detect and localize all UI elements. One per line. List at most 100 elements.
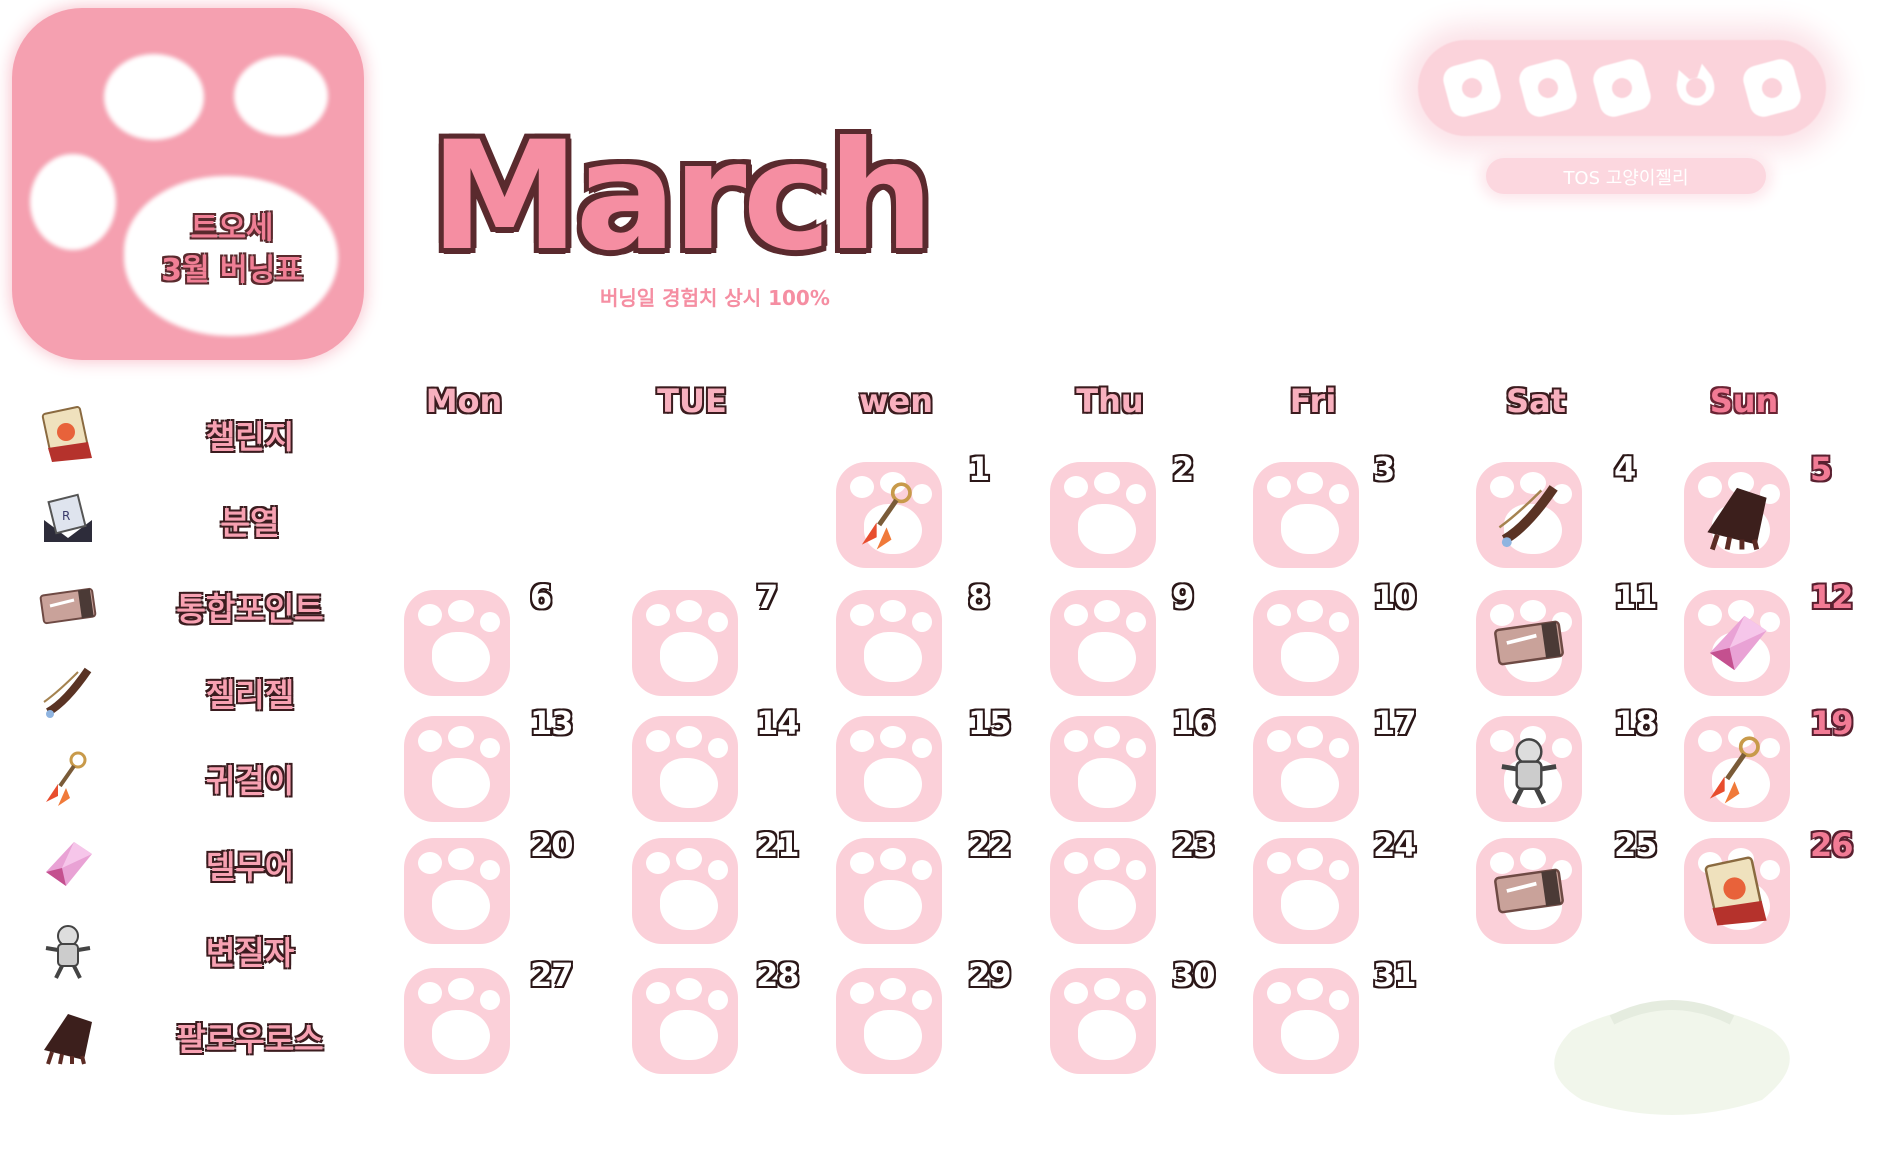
calendar-day-cell[interactable] xyxy=(632,968,738,1074)
tree-of-savior-logo xyxy=(1512,990,1832,1140)
calendar-day-cell[interactable] xyxy=(1476,462,1582,568)
paw-shape xyxy=(1126,484,1146,504)
voodoo-doll-icon xyxy=(38,920,98,980)
paw-shape xyxy=(1094,848,1120,870)
paw-shape xyxy=(708,990,728,1010)
paw-shape xyxy=(1267,476,1291,498)
calendar-day-cell[interactable] xyxy=(836,968,942,1074)
calendar-day-cell[interactable] xyxy=(1476,590,1582,696)
ticket-icon xyxy=(1492,854,1566,928)
paw-shape xyxy=(850,730,874,752)
calendar-day-cell[interactable] xyxy=(1050,590,1156,696)
jelly-bow-icon xyxy=(38,662,98,722)
paw-icon xyxy=(1440,56,1504,120)
calendar-day-cell[interactable] xyxy=(404,590,510,696)
paw-strip xyxy=(1418,40,1826,136)
day-number: 11 xyxy=(1614,578,1658,616)
paw-shape xyxy=(1064,476,1088,498)
calendar-day-cell[interactable] xyxy=(1684,590,1790,696)
calendar-day-cell[interactable] xyxy=(836,716,942,822)
corner-label: TOS 고양이젤리 xyxy=(1563,168,1689,189)
day-number: 26 xyxy=(1810,826,1854,864)
paw-icon xyxy=(1590,56,1654,120)
calendar-day-cell[interactable] xyxy=(404,716,510,822)
paw-shape xyxy=(448,726,474,748)
calendar-day-cell[interactable] xyxy=(404,838,510,944)
calendar-day-cell[interactable] xyxy=(1253,968,1359,1074)
ticket-icon xyxy=(1492,606,1566,680)
legend-label: 젤리젤 xyxy=(205,676,295,714)
day-number: 13 xyxy=(530,704,574,742)
corner-label-pill: TOS 고양이젤리 xyxy=(1486,158,1766,194)
paw-shape xyxy=(1078,758,1136,808)
calendar-day-cell[interactable] xyxy=(1476,838,1582,944)
paw-shape xyxy=(1064,604,1088,626)
paw-shape xyxy=(432,1010,490,1060)
day-number: 4 xyxy=(1614,450,1636,488)
paw-shape xyxy=(880,726,906,748)
paw-shape xyxy=(1281,504,1339,554)
paw-shape xyxy=(646,852,670,874)
calendar-day-cell[interactable] xyxy=(1050,968,1156,1074)
paw-shape xyxy=(1126,860,1146,880)
calendar-day-cell[interactable] xyxy=(404,968,510,1074)
day-number: 2 xyxy=(1172,450,1194,488)
weekday-fri: Fri xyxy=(1289,382,1337,420)
paw-toe-2 xyxy=(234,56,328,136)
paw-shape xyxy=(1064,982,1088,1004)
day-number: 19 xyxy=(1810,704,1854,742)
calendar-day-cell[interactable] xyxy=(632,838,738,944)
paw-shape xyxy=(708,738,728,758)
calendar-day-cell[interactable] xyxy=(1476,716,1582,822)
paw-shape xyxy=(660,632,718,682)
day-number: 21 xyxy=(756,826,800,864)
day-number: 7 xyxy=(756,578,778,616)
calendar-day-cell[interactable] xyxy=(1684,716,1790,822)
calendar-day-cell[interactable] xyxy=(836,462,942,568)
day-number: 29 xyxy=(968,956,1012,994)
paw-shape xyxy=(418,852,442,874)
paw-shape xyxy=(1126,612,1146,632)
weekday-wen: wen xyxy=(858,382,934,420)
weekday-sun: Sun xyxy=(1709,382,1779,420)
weekday-thu: Thu xyxy=(1076,382,1144,420)
day-number: 16 xyxy=(1172,704,1216,742)
paw-shape xyxy=(864,1010,922,1060)
calendar-day-cell[interactable] xyxy=(632,590,738,696)
paw-shape xyxy=(912,990,932,1010)
calendar-day-cell[interactable] xyxy=(1684,838,1790,944)
calendar-day-cell[interactable] xyxy=(1253,716,1359,822)
calendar-day-cell[interactable] xyxy=(1253,462,1359,568)
day-number: 6 xyxy=(530,578,552,616)
badge-line-2: 3월 버닝표 xyxy=(161,253,303,288)
paw-icon xyxy=(1516,56,1580,120)
calendar-day-cell[interactable] xyxy=(1253,838,1359,944)
paw-shape xyxy=(912,612,932,632)
calendar-day-cell[interactable] xyxy=(1684,462,1790,568)
day-number: 28 xyxy=(756,956,800,994)
paw-shape xyxy=(1329,990,1349,1010)
month-subtitle: 버닝일 경험치 상시 100% xyxy=(600,286,830,310)
calendar-day-cell[interactable] xyxy=(1253,590,1359,696)
paw-shape xyxy=(676,978,702,1000)
calendar-day-cell[interactable] xyxy=(836,838,942,944)
day-number: 22 xyxy=(968,826,1012,864)
legend-row: 귀걸이 xyxy=(30,744,340,814)
paw-shape xyxy=(850,604,874,626)
paw-shape xyxy=(1329,860,1349,880)
paw-shape xyxy=(912,738,932,758)
badge-title: 트오세 3월 버닝표 xyxy=(132,208,332,292)
paw-shape xyxy=(864,758,922,808)
calendar-day-cell[interactable] xyxy=(836,590,942,696)
calendar-day-cell[interactable] xyxy=(1050,462,1156,568)
paw-shape xyxy=(1078,880,1136,930)
calendar-day-cell[interactable] xyxy=(1050,716,1156,822)
crystal-icon xyxy=(1700,606,1774,680)
claw-icon xyxy=(1700,478,1774,552)
legend-label: 통합포인트 xyxy=(176,590,324,628)
paw-toe-1 xyxy=(104,54,204,140)
calendar-day-cell[interactable] xyxy=(632,716,738,822)
calendar-day-cell[interactable] xyxy=(1050,838,1156,944)
legend-label: 귀걸이 xyxy=(205,762,295,800)
weekday-tue: TUE xyxy=(657,382,727,420)
